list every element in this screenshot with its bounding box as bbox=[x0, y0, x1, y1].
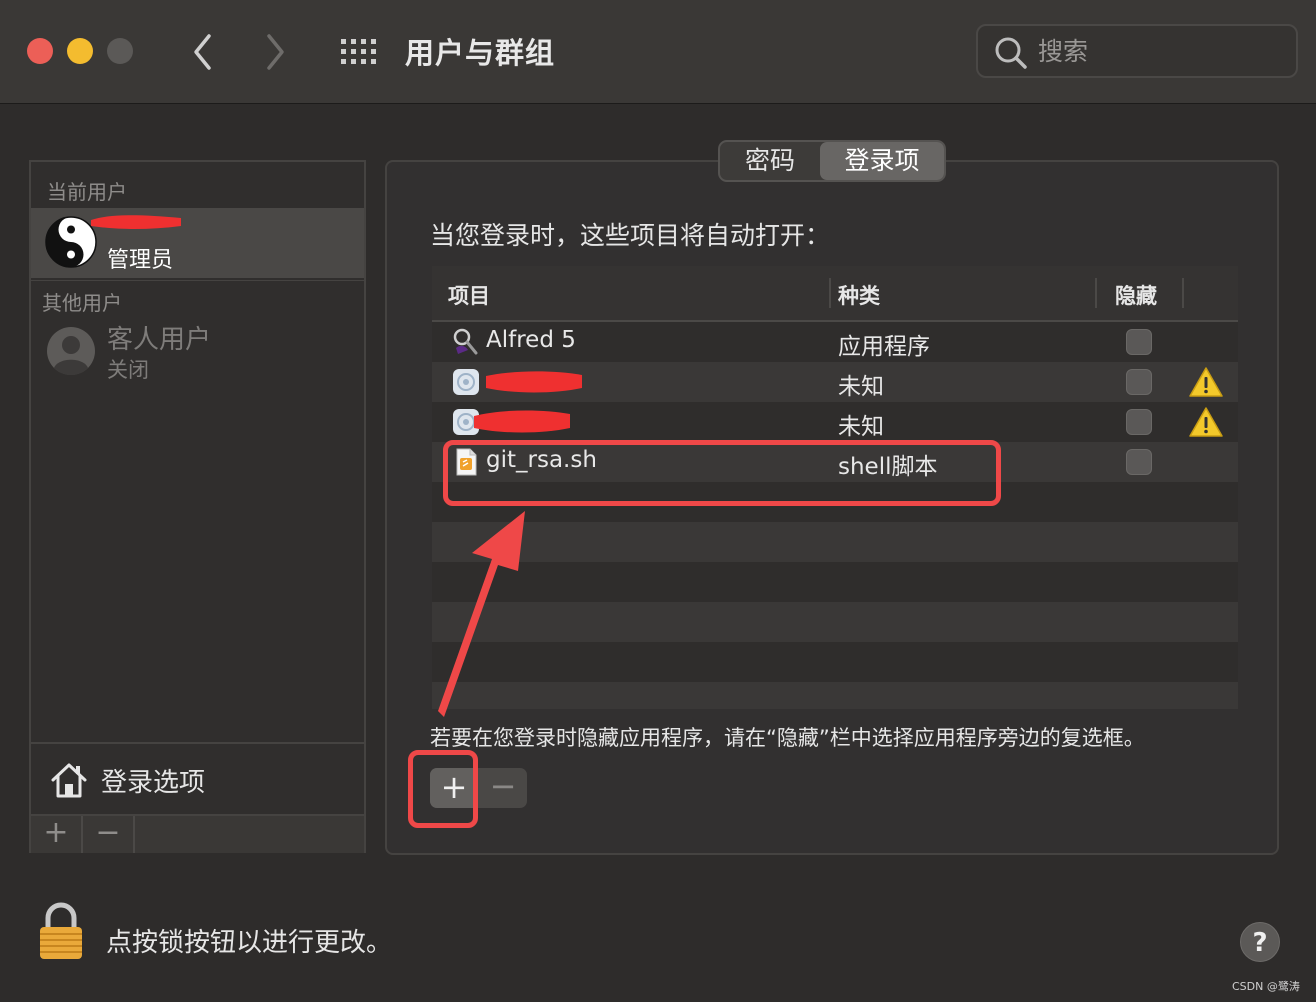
login-item-kind: 应用程序 bbox=[838, 334, 930, 360]
hide-checkbox[interactable] bbox=[1126, 409, 1152, 435]
help-button[interactable]: ? bbox=[1240, 922, 1280, 962]
show-all-grid-icon[interactable] bbox=[340, 38, 378, 66]
hide-checkbox[interactable] bbox=[1126, 329, 1152, 355]
watermark: CSDN @鹭涛 bbox=[1232, 980, 1300, 993]
zoom-window-button[interactable] bbox=[107, 38, 133, 64]
house-icon bbox=[49, 760, 89, 800]
hide-hint-text: 若要在您登录时隐藏应用程序，请在“隐藏”栏中选择应用程序旁边的复选框。 bbox=[430, 726, 1145, 750]
window-title: 用户与群组 bbox=[405, 36, 556, 70]
table-row[interactable]: 未知 bbox=[432, 362, 1238, 402]
column-header-hide[interactable]: 隐藏 bbox=[1115, 280, 1157, 310]
login-item-kind: 未知 bbox=[838, 414, 884, 440]
current-user-role: 管理员 bbox=[107, 248, 174, 273]
table-row[interactable]: 未知 bbox=[432, 402, 1238, 442]
user-list-toolbar: + − bbox=[31, 814, 364, 853]
column-divider bbox=[1182, 278, 1184, 308]
warning-icon bbox=[1188, 406, 1224, 438]
forward-button[interactable] bbox=[256, 30, 296, 74]
search-box[interactable] bbox=[976, 24, 1298, 78]
table-row[interactable]: Alfred 5 应用程序 bbox=[432, 322, 1238, 362]
column-header-item[interactable]: 项目 bbox=[448, 280, 490, 310]
minimize-window-button[interactable] bbox=[67, 38, 93, 64]
hide-checkbox[interactable] bbox=[1126, 369, 1152, 395]
redacted-user-name bbox=[89, 212, 184, 232]
empty-row bbox=[432, 522, 1238, 562]
table-header: 项目 种类 隐藏 bbox=[432, 266, 1238, 322]
add-user-button[interactable]: + bbox=[31, 816, 83, 853]
login-item-kind: 未知 bbox=[838, 374, 884, 400]
login-items-intro: 当您登录时，这些项目将自动打开： bbox=[430, 221, 831, 250]
login-item-name: Alfred 5 bbox=[486, 327, 576, 353]
tab-password[interactable]: 密码 bbox=[720, 142, 820, 180]
search-input[interactable] bbox=[1038, 36, 1278, 66]
redacted-item-name bbox=[474, 410, 570, 433]
generic-app-icon bbox=[452, 368, 480, 396]
column-divider bbox=[1095, 278, 1097, 308]
current-users-label: 当前用户 bbox=[47, 180, 127, 204]
redacted-item-name bbox=[486, 371, 582, 393]
annotation-arrow bbox=[438, 511, 525, 717]
login-options-label: 登录选项 bbox=[101, 768, 206, 798]
guest-user-status: 关闭 bbox=[107, 358, 149, 382]
chevron-left-icon bbox=[194, 34, 211, 70]
divider bbox=[31, 280, 364, 281]
remove-login-item-button[interactable]: − bbox=[479, 768, 527, 808]
guest-user-avatar-icon bbox=[46, 326, 96, 376]
user-list-panel: 当前用户 管理员 其他用户 客人用户 关闭 登录选项 + − bbox=[29, 160, 366, 853]
empty-row bbox=[432, 602, 1238, 642]
remove-user-button[interactable]: − bbox=[83, 816, 135, 853]
column-header-kind[interactable]: 种类 bbox=[838, 280, 880, 310]
close-window-button[interactable] bbox=[27, 38, 53, 64]
highlight-box-add-button bbox=[408, 750, 478, 828]
title-bar: 用户与群组 bbox=[0, 0, 1316, 104]
tab-login-items[interactable]: 登录项 bbox=[820, 142, 944, 180]
chevron-right-icon bbox=[267, 34, 284, 70]
alfred-icon bbox=[452, 328, 480, 356]
hide-checkbox[interactable] bbox=[1126, 449, 1152, 475]
lock-icon[interactable] bbox=[37, 902, 85, 960]
other-users-label: 其他用户 bbox=[42, 291, 122, 315]
empty-row bbox=[432, 562, 1238, 602]
login-options-button[interactable]: 登录选项 bbox=[31, 742, 364, 814]
back-button[interactable] bbox=[182, 30, 222, 74]
column-divider bbox=[829, 278, 831, 308]
empty-row bbox=[432, 682, 1238, 709]
tab-bar: 密码 登录项 bbox=[718, 140, 946, 182]
lock-hint-text: 点按锁按钮以进行更改。 bbox=[106, 928, 393, 958]
empty-row bbox=[432, 642, 1238, 682]
search-icon bbox=[994, 36, 1028, 70]
warning-icon bbox=[1188, 366, 1224, 398]
current-user-row[interactable]: 管理员 bbox=[31, 208, 364, 278]
guest-user-name[interactable]: 客人用户 bbox=[107, 319, 211, 356]
